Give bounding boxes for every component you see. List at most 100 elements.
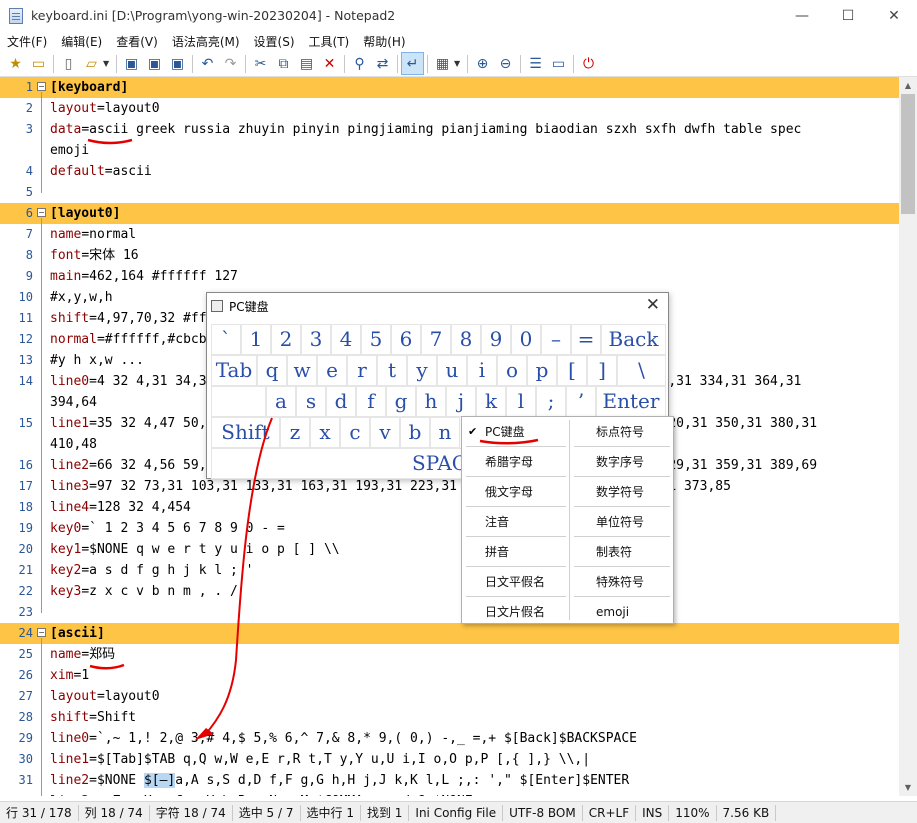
keyboard-key[interactable]: b <box>400 417 430 448</box>
chevron-down-icon[interactable]: ▼ <box>103 59 113 68</box>
editor-line[interactable]: 21 key2=a s d f g h j k l ; ' <box>0 560 899 581</box>
editor-line[interactable]: 17 line3=97 32 73,31 103,31 133,31 163,31… <box>0 476 899 497</box>
copy-icon[interactable]: ⧉ <box>272 52 295 75</box>
fold-toggle-icon[interactable]: − <box>37 82 46 91</box>
keyboard-key[interactable]: – <box>541 324 571 355</box>
menu-item-left[interactable]: 注音 <box>485 507 509 537</box>
editor-line[interactable]: 30 line1=$[Tab]$TAB q,Q w,W e,E r,R t,T y… <box>0 749 899 770</box>
keyboard-key[interactable]: 9 <box>481 324 511 355</box>
menu-tools[interactable]: 工具(T) <box>302 33 357 50</box>
settings-icon[interactable]: ☰ <box>524 52 547 75</box>
keyboard-key[interactable]: a <box>266 386 296 417</box>
maximize-button[interactable]: ☐ <box>825 0 871 31</box>
editor-line[interactable]: 25 name=郑码 <box>0 644 899 665</box>
minimize-button[interactable]: — <box>779 0 825 31</box>
editor-line[interactable]: 26 xim=1 <box>0 665 899 686</box>
menu-item-left[interactable]: PC键盘 <box>485 417 525 447</box>
keyboard-key[interactable]: ; <box>536 386 566 417</box>
scheme-icon[interactable]: ▦ <box>431 52 454 75</box>
keyboard-key[interactable]: Back <box>601 324 666 355</box>
chevron-down-icon[interactable]: ▼ <box>454 59 464 68</box>
keyboard-key[interactable]: [ <box>557 355 587 386</box>
editor-line[interactable]: 7 name=normal <box>0 224 899 245</box>
menu-item-left[interactable]: 日文平假名 <box>485 567 545 597</box>
keyboard-key[interactable]: h <box>416 386 446 417</box>
menu-item-left[interactable]: 希腊字母 <box>485 447 533 477</box>
exit-icon[interactable]: ⏻ <box>577 52 600 75</box>
editor-line[interactable]: 18 line4=128 32 4,454 <box>0 497 899 518</box>
replace-icon[interactable]: ⇄ <box>371 52 394 75</box>
keyboard-window-titlebar[interactable]: PC键盘 <box>207 293 668 319</box>
keyboard-key[interactable]: Enter <box>596 386 666 417</box>
editor-line[interactable]: 3 data=ascii greek russia zhuyin pinyin p… <box>0 119 899 140</box>
editor-line[interactable]: 2 layout=layout0 <box>0 98 899 119</box>
paste-icon[interactable]: ▤ <box>295 52 318 75</box>
keyboard-key[interactable]: z <box>280 417 310 448</box>
menu-item-right[interactable]: 数学符号 <box>596 477 644 507</box>
zoom-out-icon[interactable]: ⊖ <box>494 52 517 75</box>
menu-item-left[interactable]: 俄文字母 <box>485 477 533 507</box>
editor-line[interactable]: 19 key0=` 1 2 3 4 5 6 7 8 9 0 - = <box>0 518 899 539</box>
editor-line[interactable]: 4 default=ascii <box>0 161 899 182</box>
keyboard-key[interactable]: 7 <box>421 324 451 355</box>
favorites-icon[interactable]: ★ <box>4 52 27 75</box>
keyboard-key[interactable]: Shift <box>211 417 280 448</box>
section-header-line[interactable]: 1− [keyboard] <box>0 77 899 98</box>
keyboard-key[interactable]: ] <box>587 355 617 386</box>
keyboard-key[interactable]: p <box>527 355 557 386</box>
keyboard-key[interactable]: 2 <box>271 324 301 355</box>
delete-icon[interactable]: ✕ <box>318 52 341 75</box>
keyboard-key[interactable]: = <box>571 324 601 355</box>
open-folder-icon[interactable]: ▭ <box>27 52 50 75</box>
save-icon[interactable]: ▣ <box>120 52 143 75</box>
keyboard-key[interactable]: k <box>476 386 506 417</box>
keyboard-key[interactable]: j <box>446 386 476 417</box>
keyboard-key[interactable]: g <box>386 386 416 417</box>
vertical-scrollbar[interactable]: ▲ ▼ <box>899 77 917 796</box>
fold-toggle-icon[interactable]: − <box>37 208 46 217</box>
close-button[interactable]: ✕ <box>871 0 917 31</box>
zoom-in-icon[interactable]: ⊕ <box>471 52 494 75</box>
word-wrap-icon[interactable]: ↵ <box>401 52 424 75</box>
section-header-line[interactable]: 24− [ascii] <box>0 623 899 644</box>
fold-toggle-icon[interactable]: − <box>37 628 46 637</box>
menu-item-right[interactable]: 特殊符号 <box>596 567 644 597</box>
keyboard-key[interactable]: 8 <box>451 324 481 355</box>
editor-line[interactable]: 8 font=宋体 16 <box>0 245 899 266</box>
editor-line[interactable]: 31 line2=$NONE $[—]a,A s,S d,D f,F g,G h,… <box>0 770 899 791</box>
cut-icon[interactable]: ✂ <box>249 52 272 75</box>
keyboard-key[interactable]: 0 <box>511 324 541 355</box>
keyboard-key[interactable]: 6 <box>391 324 421 355</box>
editor-line[interactable]: 20 key1=$NONE q w e r t y u i o p [ ] \\ <box>0 539 899 560</box>
scroll-up-icon[interactable]: ▲ <box>899 77 917 94</box>
keyboard-key[interactable]: n <box>430 417 460 448</box>
keyboard-key[interactable]: \ <box>617 355 666 386</box>
menu-item-right[interactable]: emoji <box>596 597 629 627</box>
keyboard-key[interactable]: f <box>356 386 386 417</box>
keyboard-key[interactable] <box>211 386 266 417</box>
menu-view[interactable]: 查看(V) <box>109 33 165 50</box>
keyboard-key[interactable]: o <box>497 355 527 386</box>
open-icon[interactable]: ▱ <box>80 52 103 75</box>
editor-line[interactable]: 9 main=462,164 #ffffff 127 <box>0 266 899 287</box>
scroll-down-icon[interactable]: ▼ <box>899 779 917 796</box>
menu-item-right[interactable]: 制表符 <box>596 537 632 567</box>
editor-line[interactable]: 29 line0=`,~ 1,! 2,@ 3,# 4,$ 5,% 6,^ 7,& … <box>0 728 899 749</box>
keyboard-key[interactable]: d <box>326 386 356 417</box>
menu-item-right[interactable]: 标点符号 <box>596 417 644 447</box>
editor-line[interactable]: 27 layout=layout0 <box>0 686 899 707</box>
keyboard-key[interactable]: y <box>407 355 437 386</box>
keyboard-key[interactable]: l <box>506 386 536 417</box>
redo-icon[interactable]: ↷ <box>219 52 242 75</box>
find-icon[interactable]: ⚲ <box>348 52 371 75</box>
keyboard-key[interactable]: i <box>467 355 497 386</box>
scrollbar-thumb[interactable] <box>901 94 915 214</box>
keyboard-key[interactable]: ` <box>211 324 241 355</box>
menu-help[interactable]: 帮助(H) <box>356 33 412 50</box>
keyboard-close-icon[interactable]: ✕ <box>646 295 660 315</box>
editor-line[interactable]: 5 <box>0 182 899 203</box>
keyboard-key[interactable]: q <box>257 355 287 386</box>
keyboard-key[interactable]: s <box>296 386 326 417</box>
keyboard-key[interactable]: ’ <box>566 386 596 417</box>
menu-edit[interactable]: 编辑(E) <box>54 33 109 50</box>
